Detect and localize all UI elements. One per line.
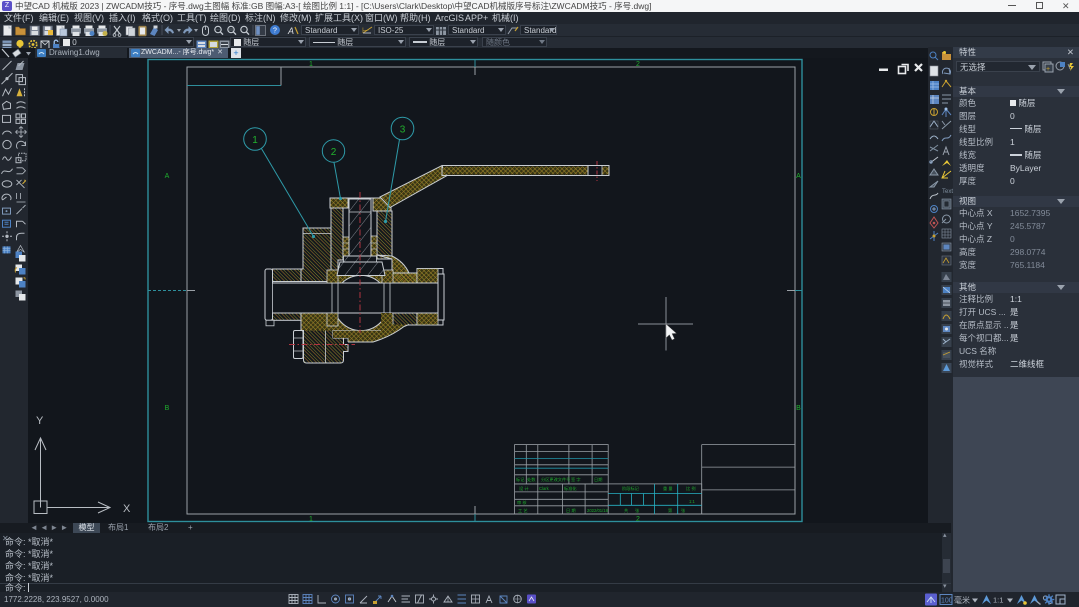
svg-text:B: B (165, 405, 170, 412)
svg-text:设 计: 设 计 (519, 485, 529, 492)
svg-text:A: A (287, 26, 294, 36)
svg-text:⊢: ⊢ (362, 26, 369, 35)
svg-text:1:1: 1:1 (993, 596, 1003, 605)
svg-text:标记: 标记 (516, 476, 525, 483)
svg-text:Clark: Clark (539, 486, 550, 491)
svg-text:1: 1 (309, 516, 313, 523)
svg-text:1: 1 (309, 61, 313, 68)
svg-text:张: 张 (635, 507, 640, 514)
svg-text:处数: 处数 (527, 476, 536, 483)
svg-text:?: ? (273, 28, 277, 35)
svg-text:2: 2 (636, 61, 640, 68)
svg-text:共: 共 (624, 507, 628, 514)
svg-text:+: + (1046, 66, 1050, 73)
svg-text:审 核: 审 核 (517, 499, 527, 506)
svg-text:2022/01/18: 2022/01/18 (587, 508, 609, 513)
svg-text:日期: 日期 (594, 477, 602, 483)
svg-text:阶段标记: 阶段标记 (622, 485, 640, 492)
svg-text:标准化: 标准化 (564, 485, 577, 492)
svg-text:第: 第 (668, 507, 672, 514)
svg-text:Text: Text (942, 189, 953, 195)
svg-text:1:1: 1:1 (689, 499, 695, 504)
svg-text:1: 1 (252, 135, 258, 146)
svg-text:2: 2 (331, 147, 337, 158)
svg-text:工 艺: 工 艺 (518, 508, 528, 513)
svg-text:3: 3 (400, 125, 406, 136)
svg-text:分区更改文件号: 分区更改文件号 (541, 476, 570, 483)
svg-text:X: X (123, 503, 131, 515)
svg-text:Y: Y (36, 415, 44, 427)
svg-text:张: 张 (681, 507, 686, 514)
svg-text:签 字: 签 字 (571, 476, 581, 482)
svg-text:比 例: 比 例 (686, 485, 696, 492)
svg-text:日 期: 日 期 (566, 508, 576, 514)
svg-text:A: A (796, 173, 801, 180)
svg-text:2: 2 (636, 516, 640, 523)
svg-text:100: 100 (941, 598, 953, 605)
svg-text:±: ± (242, 27, 245, 33)
svg-text:B: B (796, 405, 801, 412)
svg-text:A: A (165, 173, 170, 180)
svg-text:毫米: 毫米 (954, 595, 970, 605)
svg-text:重 量: 重 量 (663, 485, 673, 492)
